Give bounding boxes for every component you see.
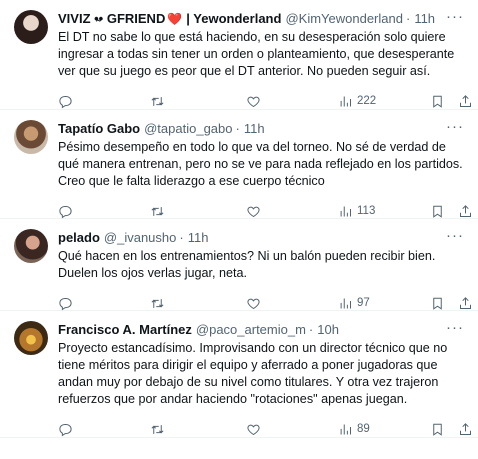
view-count: 113 xyxy=(357,205,376,217)
share-icon xyxy=(460,296,471,309)
tweet-actions: 89 xyxy=(58,414,471,444)
tweet-header: pelado @_ivanusho · 11h xyxy=(58,229,466,247)
reply-button[interactable] xyxy=(58,94,73,109)
reply-button[interactable] xyxy=(58,204,73,219)
share-button[interactable] xyxy=(458,296,473,311)
separator-dot: · xyxy=(179,230,184,245)
display-name[interactable]: Francisco A. Martínez xyxy=(58,321,192,339)
retweet-icon xyxy=(151,96,164,106)
display-name[interactable]: Tapatío Gabo xyxy=(58,120,140,138)
more-options-icon[interactable]: ··· xyxy=(446,228,464,243)
avatar[interactable] xyxy=(14,120,48,154)
like-button[interactable] xyxy=(246,296,261,311)
share-button[interactable] xyxy=(458,204,473,219)
view-count: 97 xyxy=(357,297,370,309)
retweet-icon xyxy=(151,206,164,216)
user-handle[interactable]: @paco_artemio_m xyxy=(196,321,306,339)
reply-icon xyxy=(59,95,72,108)
avatar[interactable] xyxy=(14,229,48,263)
more-options-icon[interactable]: ··· xyxy=(446,119,464,134)
tweet-header: Francisco A. Martínez @paco_artemio_m · … xyxy=(58,321,466,339)
views-button[interactable]: 97 xyxy=(338,296,370,311)
retweet-icon xyxy=(151,424,164,434)
bookmark-button[interactable] xyxy=(430,94,445,109)
like-icon xyxy=(247,298,260,309)
bookmark-icon xyxy=(433,297,442,310)
more-options-icon[interactable]: ··· xyxy=(446,9,464,24)
display-name-suffix[interactable]: | Yewonderland xyxy=(186,10,281,28)
bookmark-button[interactable] xyxy=(430,422,445,437)
display-name[interactable]: pelado xyxy=(58,229,100,247)
bookmark-button[interactable] xyxy=(430,296,445,311)
reply-button[interactable] xyxy=(58,296,73,311)
retweet-button[interactable] xyxy=(150,94,165,109)
tweet-text: El DT no sabe lo que está haciendo, en s… xyxy=(58,30,455,78)
like-icon xyxy=(247,424,260,435)
user-handle[interactable]: @KimYewonderland xyxy=(285,10,403,28)
separator-dot: · xyxy=(235,121,240,136)
avatar[interactable] xyxy=(14,321,48,355)
share-button[interactable] xyxy=(458,94,473,109)
separator-dot: · xyxy=(308,322,314,337)
bookmark-button[interactable] xyxy=(430,204,445,219)
reply-icon xyxy=(59,297,72,310)
heart-emoji: ❤️ xyxy=(167,12,183,26)
reply-icon xyxy=(59,205,72,218)
timestamp[interactable]: 11h xyxy=(188,229,209,247)
like-icon xyxy=(247,96,260,107)
tweet[interactable]: pelado @_ivanusho · 11h ··· Qué hacen en… xyxy=(0,219,478,311)
display-name[interactable]: VIVIZ •̴• GFRIEND xyxy=(58,10,165,28)
tweet-text: Proyecto estancadísimo. Improvisando con… xyxy=(58,341,448,406)
more-options-icon[interactable]: ··· xyxy=(446,320,464,335)
avatar[interactable] xyxy=(14,10,48,44)
share-icon xyxy=(460,422,471,435)
like-icon xyxy=(247,206,260,217)
retweet-button[interactable] xyxy=(150,422,165,437)
view-count: 222 xyxy=(357,95,377,107)
timestamp[interactable]: 11h xyxy=(414,10,435,28)
view-count: 89 xyxy=(357,423,370,435)
share-icon xyxy=(460,204,471,217)
share-button[interactable] xyxy=(458,422,473,437)
views-button[interactable]: 113 xyxy=(338,204,375,219)
views-icon xyxy=(340,424,351,434)
views-button[interactable]: 89 xyxy=(338,422,370,437)
views-button[interactable]: 222 xyxy=(338,94,376,109)
bookmark-icon xyxy=(433,423,442,436)
separator-dot: · xyxy=(405,11,411,26)
views-icon xyxy=(340,96,351,106)
retweet-button[interactable] xyxy=(150,296,165,311)
reply-icon xyxy=(59,423,72,436)
timestamp[interactable]: 10h xyxy=(317,321,339,339)
tweet-text: Qué hacen en los entrenamientos? Ni un b… xyxy=(58,249,436,280)
user-handle[interactable]: @tapatio_gabo xyxy=(144,120,232,138)
like-button[interactable] xyxy=(246,422,261,437)
timestamp[interactable]: 11h xyxy=(244,120,265,138)
tweet[interactable]: VIVIZ •̴• GFRIEND ❤️ | Yewonderland @Kim… xyxy=(0,0,478,110)
user-handle[interactable]: @_ivanusho xyxy=(104,229,176,247)
share-icon xyxy=(460,94,471,107)
views-icon xyxy=(340,298,351,308)
like-button[interactable] xyxy=(246,94,261,109)
reply-feed: VIVIZ •̴• GFRIEND ❤️ | Yewonderland @Kim… xyxy=(0,0,478,438)
views-icon xyxy=(340,206,351,216)
bookmark-icon xyxy=(433,205,442,218)
tweet-header: VIVIZ •̴• GFRIEND ❤️ | Yewonderland @Kim… xyxy=(58,10,466,28)
retweet-button[interactable] xyxy=(150,204,165,219)
tweet-header: Tapatío Gabo @tapatio_gabo · 11h xyxy=(58,120,466,138)
tweet-text: Pésimo desempeño en todo lo que va del t… xyxy=(58,140,463,188)
tweet[interactable]: Francisco A. Martínez @paco_artemio_m · … xyxy=(0,311,478,438)
bookmark-icon xyxy=(433,95,442,108)
retweet-icon xyxy=(151,298,164,308)
like-button[interactable] xyxy=(246,204,261,219)
tweet[interactable]: Tapatío Gabo @tapatio_gabo · 11h ··· Pés… xyxy=(0,110,478,219)
reply-button[interactable] xyxy=(58,422,73,437)
